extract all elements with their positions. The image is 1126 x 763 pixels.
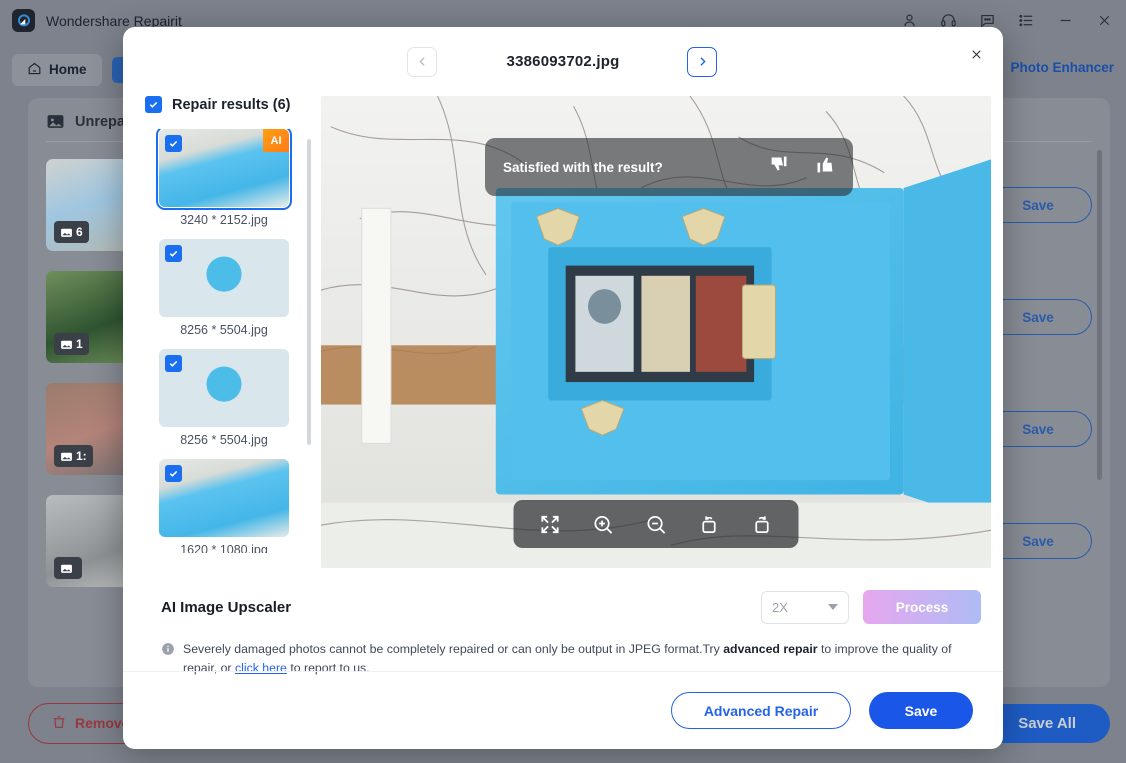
thumbnail-label: 8256 * 5504.jpg <box>180 323 268 337</box>
image-count-value: 1 <box>76 337 83 351</box>
modal-header: 3386093702.jpg <box>123 27 1003 96</box>
image-preview-modal: 3386093702.jpg Repair results (6) AI 324… <box>123 27 1003 749</box>
tab-photo-enhancer[interactable]: Photo Enhancer <box>1010 60 1114 75</box>
ai-image-upscaler-row: AI Image Upscaler 2X Process <box>123 568 1003 628</box>
remove-button-label: Remove <box>75 715 130 731</box>
thumbnail-list[interactable]: AI 3240 * 2152.jpg 8256 * 5504.jpg 8256 … <box>145 129 317 553</box>
advanced-repair-button[interactable]: Advanced Repair <box>671 692 851 729</box>
image-icon <box>46 112 65 131</box>
home-button-label: Home <box>49 62 87 77</box>
image-count-value: 6 <box>76 225 83 239</box>
thumbnail-checkbox[interactable] <box>165 245 182 262</box>
list-item[interactable]: 1620 * 1080.jpg <box>145 459 317 553</box>
repair-results-rail: Repair results (6) AI 3240 * 2152.jpg 82… <box>135 96 317 568</box>
notice-part-1: Severely damaged photos cannot be comple… <box>183 642 724 656</box>
wondershare-logo-icon <box>12 9 35 32</box>
save-all-button[interactable]: Save All <box>984 703 1110 743</box>
trash-icon <box>51 714 67 733</box>
minimize-icon[interactable] <box>1055 11 1075 31</box>
select-all-checkbox[interactable] <box>145 96 162 113</box>
thumbnail-image[interactable] <box>159 349 289 427</box>
zoom-in-icon[interactable] <box>591 512 616 537</box>
home-button[interactable]: Home <box>12 53 102 86</box>
modal-body: Repair results (6) AI 3240 * 2152.jpg 82… <box>123 96 1003 568</box>
image-tools-toolbar <box>513 500 799 548</box>
next-image-button[interactable] <box>687 46 717 77</box>
fullscreen-icon[interactable] <box>538 512 563 537</box>
thumbnail-image[interactable]: AI <box>156 129 292 210</box>
rail-header: Repair results (6) <box>145 96 317 113</box>
thumbnail-list-scrollbar[interactable] <box>307 139 311 445</box>
modal-footer: Advanced Repair Save <box>123 671 1003 749</box>
satisfaction-prompt-label: Satisfied with the result? <box>503 159 663 175</box>
thumbnail-label: 1620 * 1080.jpg <box>180 543 268 553</box>
thumbnail-label: 8256 * 5504.jpg <box>180 433 268 447</box>
list-item[interactable]: 8256 * 5504.jpg <box>145 349 317 447</box>
thumbnail-image[interactable] <box>159 459 289 537</box>
thumbs-up-icon[interactable] <box>814 154 835 180</box>
thumbnail-label: 3240 * 2152.jpg <box>180 213 268 227</box>
thumbs-down-icon[interactable] <box>769 154 790 180</box>
upscale-factor-select[interactable]: 2X <box>761 590 849 624</box>
page-title: 3386093702.jpg <box>506 53 620 70</box>
thumbnail-checkbox[interactable] <box>165 355 182 372</box>
rotate-left-icon[interactable] <box>697 512 722 537</box>
ai-image-upscaler-title: AI Image Upscaler <box>161 598 292 616</box>
info-icon <box>161 642 175 656</box>
image-preview-area[interactable]: Satisfied with the result? <box>321 96 991 568</box>
list-item[interactable]: AI 3240 * 2152.jpg <box>145 129 317 227</box>
thumbnail-checkbox[interactable] <box>165 465 182 482</box>
upscale-factor-value: 2X <box>772 599 788 615</box>
save-button[interactable]: Save <box>869 692 973 729</box>
process-button[interactable]: Process <box>863 590 981 624</box>
satisfaction-prompt: Satisfied with the result? <box>485 138 853 196</box>
image-count-badge <box>54 557 82 579</box>
chevron-down-icon <box>828 604 838 610</box>
previous-image-button[interactable] <box>407 46 437 77</box>
image-count-badge: 1: <box>54 445 93 467</box>
image-count-value: 1: <box>76 449 87 463</box>
image-count-badge: 1 <box>54 333 89 355</box>
list-item[interactable]: 8256 * 5504.jpg <box>145 239 317 337</box>
ai-badge: AI <box>263 129 289 152</box>
panel-scrollbar[interactable] <box>1097 150 1102 480</box>
thumbnail-checkbox[interactable] <box>165 135 182 152</box>
rail-title: Repair results (6) <box>172 96 291 113</box>
home-icon <box>27 61 42 79</box>
list-menu-icon[interactable] <box>1016 11 1036 31</box>
rotate-right-icon[interactable] <box>750 512 775 537</box>
notice-bold-term: advanced repair <box>723 642 818 656</box>
zoom-out-icon[interactable] <box>644 512 669 537</box>
image-count-badge: 6 <box>54 221 89 243</box>
close-icon[interactable] <box>1094 11 1114 31</box>
thumbnail-image[interactable] <box>159 239 289 317</box>
